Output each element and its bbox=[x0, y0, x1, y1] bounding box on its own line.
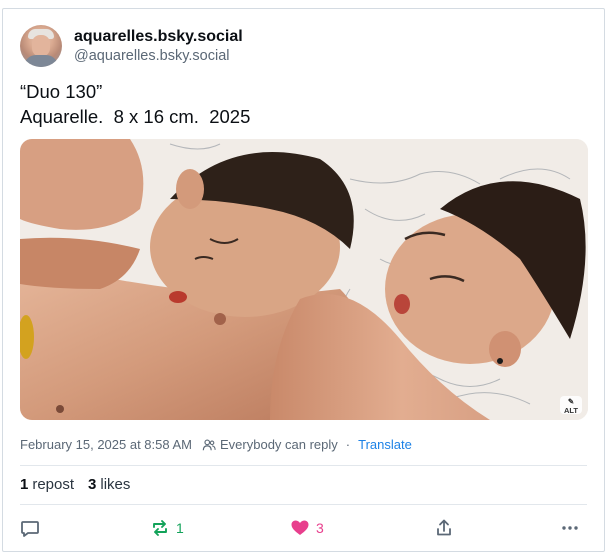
alt-badge-label: ALT bbox=[563, 406, 579, 415]
share-button[interactable] bbox=[434, 516, 454, 540]
pencil-icon: ✎ bbox=[567, 397, 575, 406]
post-text: “Duo 130” Aquarelle. 8 x 16 cm. 2025 bbox=[20, 79, 250, 129]
post-stats: 1 repost 3 likes bbox=[20, 476, 144, 493]
reposts-count: 1 bbox=[20, 476, 29, 493]
author-names: aquarelles.bsky.social @aquarelles.bsky.… bbox=[74, 27, 243, 65]
more-dots-icon bbox=[562, 526, 578, 530]
reply-icon bbox=[21, 521, 39, 537]
divider bbox=[20, 504, 587, 505]
avatar[interactable] bbox=[20, 25, 62, 67]
reposts-stat[interactable]: 1 repost bbox=[20, 476, 74, 493]
likes-count: 3 bbox=[88, 476, 97, 493]
reposts-label: repost bbox=[32, 476, 75, 493]
reply-setting[interactable]: Everybody can reply bbox=[220, 437, 338, 452]
reply-button[interactable] bbox=[20, 516, 40, 540]
heart-icon bbox=[291, 520, 309, 535]
post-image[interactable]: ✎ ALT bbox=[20, 139, 588, 420]
post-text-line: “Duo 130” bbox=[20, 81, 103, 102]
more-options-button[interactable] bbox=[560, 516, 580, 540]
post-header: aquarelles.bsky.social @aquarelles.bsky.… bbox=[20, 23, 243, 69]
repost-icon bbox=[153, 520, 167, 536]
post-meta: February 15, 2025 at 8:58 AM Everybody c… bbox=[20, 437, 412, 452]
repost-count: 1 bbox=[176, 520, 184, 536]
meta-separator: · bbox=[345, 437, 351, 452]
post-text-line: Aquarelle. 8 x 16 cm. 2025 bbox=[20, 106, 251, 127]
alt-text-badge[interactable]: ✎ ALT bbox=[560, 396, 582, 415]
like-count: 3 bbox=[316, 520, 324, 536]
post-timestamp[interactable]: February 15, 2025 at 8:58 AM bbox=[20, 437, 192, 452]
likes-stat[interactable]: 3 likes bbox=[88, 476, 130, 493]
share-icon bbox=[437, 519, 451, 536]
people-icon bbox=[202, 439, 216, 450]
author-handle[interactable]: @aquarelles.bsky.social bbox=[74, 47, 243, 65]
divider bbox=[20, 465, 587, 466]
post-actions: 1 3 bbox=[20, 516, 587, 540]
likes-label: likes bbox=[100, 476, 131, 493]
post-card: aquarelles.bsky.social @aquarelles.bsky.… bbox=[2, 8, 605, 552]
translate-link[interactable]: Translate bbox=[358, 437, 412, 452]
repost-button[interactable]: 1 bbox=[150, 516, 184, 540]
watercolor-painting-image bbox=[20, 139, 588, 420]
like-button[interactable]: 3 bbox=[290, 516, 324, 540]
author-display-name[interactable]: aquarelles.bsky.social bbox=[74, 27, 243, 47]
